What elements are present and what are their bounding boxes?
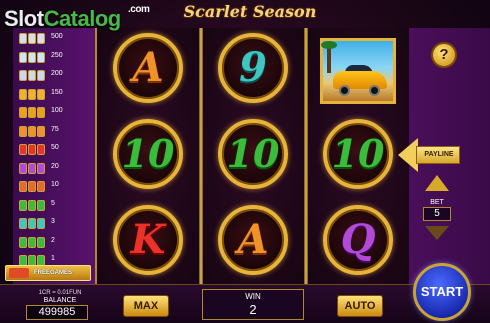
bet-label: BET xyxy=(430,199,444,206)
nine-icon xyxy=(19,218,45,229)
paytable-value: 10 xyxy=(51,181,59,188)
a-letter-icon xyxy=(19,125,45,137)
paytable-row: 5 xyxy=(13,197,97,214)
symbol-label: K xyxy=(130,216,166,263)
paytable-row: 200 xyxy=(13,67,97,84)
credit-rate: 1CR = 0.01FUN xyxy=(38,290,82,296)
paytable-value: 3 xyxy=(51,218,55,225)
gold-icon xyxy=(19,107,45,118)
freegames-row: FREEGAMES xyxy=(5,265,91,281)
symbol-label: A xyxy=(132,44,164,91)
paytable-row: 100 xyxy=(13,104,97,121)
reel-symbol: A xyxy=(113,33,183,103)
paytable-row: 3 xyxy=(13,215,97,232)
max-bet-button[interactable]: MAX xyxy=(123,295,169,317)
paytable-value: 20 xyxy=(51,162,59,170)
yacht-icon xyxy=(19,51,45,63)
watermark-part1: Slot xyxy=(4,6,44,31)
symbol-label: 10 xyxy=(331,131,385,176)
symbol-label: 10 xyxy=(121,131,175,176)
win-label: WIN xyxy=(245,292,261,301)
watermark-part2: Catalog xyxy=(43,6,122,31)
win-value: 2 xyxy=(249,302,257,317)
reel-symbol: A xyxy=(218,205,288,275)
cherry-icon xyxy=(19,236,45,248)
help-button[interactable]: ? xyxy=(431,42,457,68)
reel-symbol: 9 xyxy=(218,33,288,103)
symbol-label: Q xyxy=(340,216,376,263)
watermark-suffix: .com xyxy=(128,4,150,15)
freegames-scatter-icon xyxy=(9,268,29,278)
paytable-value: 500 xyxy=(51,33,63,40)
autoplay-button[interactable]: AUTO xyxy=(337,295,383,317)
paytable-row: 50 xyxy=(13,141,97,158)
plane-icon xyxy=(19,70,45,81)
q-letter-icon xyxy=(19,162,45,174)
paytable-row: 150 xyxy=(13,86,97,103)
payline-label: PAYLINE xyxy=(424,151,454,158)
reel-symbol: K xyxy=(113,205,183,275)
paytable-value: 50 xyxy=(51,144,59,151)
paytable-value: 5 xyxy=(51,199,55,207)
game-title: Scarlet Season xyxy=(183,2,317,21)
car-symbol-icon xyxy=(320,38,396,104)
coins-icon xyxy=(19,88,45,100)
slot-game: SlotCatalog .com Scarlet Season 500 250 20… xyxy=(0,0,490,323)
reel-symbol: 10 xyxy=(323,119,393,189)
paytable-value: 200 xyxy=(51,70,63,77)
paytable: 500 250 200 150 100 75 50 20 10 5 3 2 1 xyxy=(13,28,97,284)
j-letter-icon xyxy=(19,181,45,192)
balance-value: 499985 xyxy=(26,305,88,320)
start-spin-button[interactable]: START xyxy=(413,263,471,321)
paytable-value: 100 xyxy=(51,107,63,114)
reels-area: A 10 K 9 10 A 10 Q xyxy=(98,28,409,284)
paytable-value: 1 xyxy=(51,255,55,262)
car-icon xyxy=(19,33,45,44)
bet-value: 5 xyxy=(423,207,451,221)
symbol-label: 10 xyxy=(226,131,280,176)
paytable-row: 500 xyxy=(13,30,97,47)
paytable-row: 75 xyxy=(13,123,97,140)
paytable-row: 2 xyxy=(13,234,97,251)
paytable-value: 2 xyxy=(51,236,55,244)
symbol-label: A xyxy=(237,216,269,263)
reel-symbol: Q xyxy=(323,205,393,275)
bet-increase-button[interactable] xyxy=(425,175,449,191)
paytable-value: 250 xyxy=(51,51,63,59)
paytable-value: 150 xyxy=(51,88,63,96)
bet-decrease-button[interactable] xyxy=(425,226,449,240)
paytable-row: 250 xyxy=(13,49,97,66)
k-letter-icon xyxy=(19,144,45,155)
paytable-row: 10 xyxy=(13,178,97,195)
reel-symbol: 10 xyxy=(218,119,288,189)
slotcatalog-watermark: SlotCatalog .com xyxy=(4,4,150,32)
balance-label: BALANCE xyxy=(43,297,77,304)
ten-icon xyxy=(19,199,45,211)
payline-indicator: PAYLINE xyxy=(398,138,462,172)
paytable-row: 20 xyxy=(13,160,97,177)
symbol-label: 9 xyxy=(239,44,267,91)
paytable-value: 75 xyxy=(51,125,59,133)
freegames-label: FREEGAMES xyxy=(34,270,73,276)
reel-symbol: 10 xyxy=(113,119,183,189)
arrow-left-icon xyxy=(398,138,418,172)
